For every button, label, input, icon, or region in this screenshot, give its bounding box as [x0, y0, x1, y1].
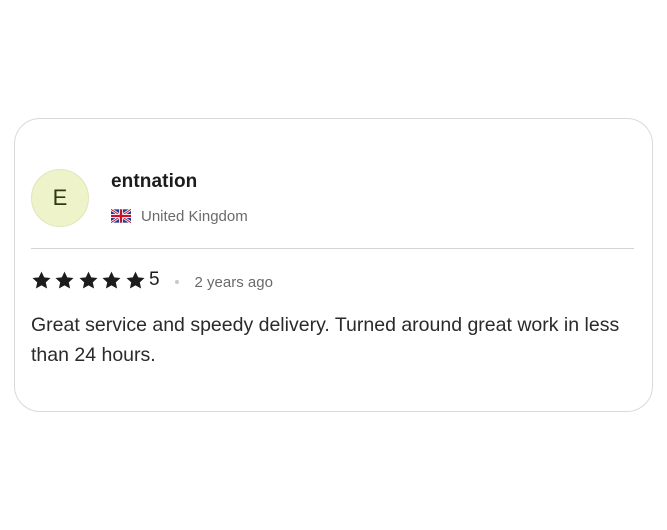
star-icon: [79, 271, 98, 289]
review-text: Great service and speedy delivery. Turne…: [31, 314, 620, 366]
star-icon: [32, 271, 51, 289]
review-date: 2 years ago: [194, 273, 273, 291]
review-card: E entnation United Kingdom 5 2 years ago…: [14, 118, 653, 412]
star-icon: [55, 271, 74, 289]
avatar[interactable]: E: [31, 169, 89, 227]
divider: [31, 248, 634, 249]
dot-separator: [174, 280, 179, 284]
uk-flag-icon: [111, 209, 131, 223]
avatar-initial: E: [52, 185, 68, 210]
star-icon: [126, 271, 145, 289]
reviewer-name[interactable]: entnation: [111, 171, 197, 193]
star-icon: [102, 271, 121, 289]
country-label: United Kingdom: [141, 207, 248, 225]
rating-row: 5 2 years ago: [31, 269, 273, 291]
star-rating: [31, 270, 148, 291]
rating-value: 5: [148, 269, 160, 290]
reviewer-country: United Kingdom: [111, 206, 248, 226]
